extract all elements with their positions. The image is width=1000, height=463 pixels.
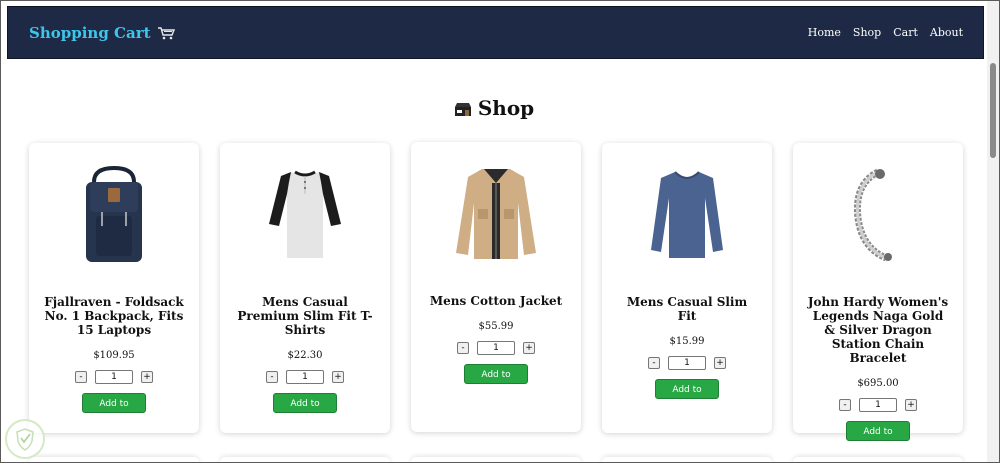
decrease-quantity-button[interactable]: - [266,371,278,383]
product-card: Fjallraven - Foldsack No. 1 Backpack, Fi… [29,143,199,433]
add-to-cart-button[interactable]: Add to Cart [82,393,146,427]
product-card-partial [602,457,772,462]
decrease-quantity-button[interactable]: - [839,399,851,411]
product-card: Mens Casual Slim Fit $15.99 - + Add to C… [602,143,772,433]
increase-quantity-button[interactable]: + [714,357,726,369]
quantity-stepper: - + [602,356,772,370]
quantity-stepper: - + [29,370,199,384]
quantity-input[interactable] [95,370,133,384]
scrollbar-thumb[interactable] [990,63,996,158]
product-card: Mens Casual Premium Slim Fit T-Shirts $2… [220,143,390,433]
nav-link-shop[interactable]: Shop [853,26,881,39]
decrease-quantity-button[interactable]: - [648,357,660,369]
backpack-image[interactable] [29,155,199,273]
product-title: John Hardy Women's Legends Naga Gold & S… [807,295,949,365]
product-card: John Hardy Women's Legends Naga Gold & S… [793,143,963,455]
quantity-input[interactable] [859,398,897,412]
product-card-partial [29,457,199,462]
nav-link-about[interactable]: About [930,26,963,39]
decrease-quantity-button[interactable]: - [75,371,87,383]
product-price: $695.00 [857,378,899,389]
product-card-partial [220,457,390,462]
product-price: $22.30 [287,350,323,361]
product-title: Mens Casual Slim Fit [626,295,748,323]
quantity-input[interactable] [668,356,706,370]
product-price: $15.99 [669,336,705,347]
quantity-stepper: - + [220,370,390,384]
nav-link-home[interactable]: Home [808,26,841,39]
bracelet-image[interactable] [793,155,963,273]
navbar: Shopping Cart Home Shop Cart About [7,6,984,59]
shopping-cart-icon [157,26,175,40]
product-price: $55.99 [478,321,514,332]
product-title: Mens Cotton Jacket [429,294,563,308]
nav-link-cart[interactable]: Cart [893,26,918,39]
add-to-cart-button[interactable]: Add to Cart [655,379,719,413]
jacket-image[interactable] [411,154,581,272]
product-title: Fjallraven - Foldsack No. 1 Backpack, Fi… [44,295,184,337]
product-title: Mens Casual Premium Slim Fit T-Shirts [237,295,373,337]
product-card-partial [411,457,581,462]
brand-title: Shopping Cart [29,24,151,42]
shield-badge-icon [5,419,45,459]
product-card-partial [793,457,963,462]
add-to-cart-button[interactable]: Add to Cart [273,393,337,427]
product-card: Mens Cotton Jacket $55.99 - + Add to Car… [411,142,581,432]
decrease-quantity-button[interactable]: - [457,342,469,354]
browser-viewport: Shopping Cart Home Shop Cart About Shop … [0,0,1000,463]
add-to-cart-button[interactable]: Add to Cart [464,364,528,398]
tshirt-image[interactable] [220,155,390,273]
vertical-scrollbar[interactable] [987,1,999,462]
brand[interactable]: Shopping Cart [29,24,175,42]
quantity-input[interactable] [477,341,515,355]
longsleeve-image[interactable] [602,155,772,273]
quantity-input[interactable] [286,370,324,384]
add-to-cart-button[interactable]: Add to Cart [846,421,910,455]
increase-quantity-button[interactable]: + [332,371,344,383]
quantity-stepper: - + [793,398,963,412]
page-title: Shop [1,96,987,120]
quantity-stepper: - + [411,341,581,355]
increase-quantity-button[interactable]: + [905,399,917,411]
increase-quantity-button[interactable]: + [523,342,535,354]
nav-links: Home Shop Cart About [808,26,963,39]
product-price: $109.95 [93,350,135,361]
increase-quantity-button[interactable]: + [141,371,153,383]
shop-icon [454,97,472,116]
page-title-text: Shop [477,96,535,120]
